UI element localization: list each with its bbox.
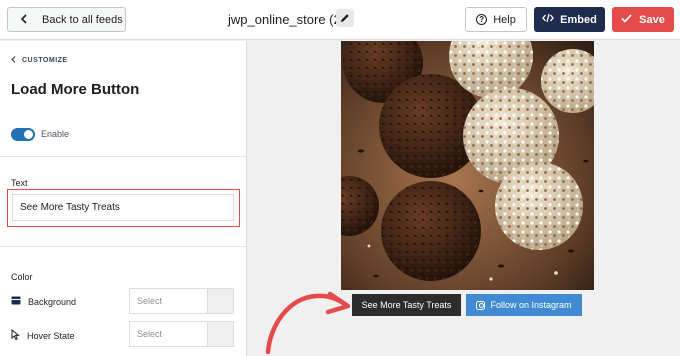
help-icon: ? <box>476 14 488 25</box>
code-icon <box>542 13 555 26</box>
background-color-row: Background <box>11 296 76 307</box>
embed-button[interactable]: Embed <box>534 7 605 32</box>
top-bar: Back to all feeds jwp_online_store (2) ?… <box>0 0 680 40</box>
save-button[interactable]: Save <box>612 7 674 32</box>
background-color-select[interactable]: Select <box>129 288 234 314</box>
feed-post-image <box>341 41 594 290</box>
toggle-knob <box>24 130 33 139</box>
divider <box>0 156 246 157</box>
back-to-feeds-button[interactable]: Back to all feeds <box>7 7 126 32</box>
hover-state-label: Hover State <box>27 330 75 341</box>
follow-button-label: Follow on Instagram <box>490 300 572 310</box>
help-button[interactable]: ? Help <box>465 7 527 32</box>
save-button-label: Save <box>639 13 665 26</box>
divider <box>0 246 246 247</box>
color-section-label: Color <box>11 272 33 282</box>
help-button-label: Help <box>493 13 516 26</box>
chevron-left-icon <box>20 13 30 26</box>
hover-select-value: Select <box>137 329 163 339</box>
enable-toggle[interactable] <box>11 128 35 141</box>
text-field-highlight <box>7 189 240 227</box>
follow-on-instagram-button[interactable]: Follow on Instagram <box>466 294 582 316</box>
embed-button-label: Embed <box>560 13 597 26</box>
back-button-label: Back to all feeds <box>42 13 123 26</box>
breadcrumb[interactable]: CUSTOMIZE <box>11 56 68 65</box>
hover-state-row: Hover State <box>11 328 75 342</box>
load-more-button[interactable]: See More Tasty Treats <box>352 294 461 316</box>
edit-name-pencil-icon[interactable] <box>336 9 354 27</box>
feed-name: jwp_online_store (2) <box>228 12 346 27</box>
background-label: Background <box>28 296 77 307</box>
chevron-left-icon <box>11 56 16 65</box>
enable-label: Enable <box>41 129 70 139</box>
button-text-input[interactable] <box>12 194 234 221</box>
background-select-value: Select <box>137 296 163 306</box>
panel-title: Load More Button <box>11 81 140 98</box>
hover-swatch[interactable] <box>207 322 233 346</box>
customizer-sidebar: CUSTOMIZE Load More Button Enable Text C… <box>0 41 247 356</box>
background-swatch[interactable] <box>207 289 233 313</box>
background-icon <box>11 296 21 307</box>
text-section-label: Text <box>11 178 28 188</box>
red-arrow-annotation <box>265 291 351 355</box>
hover-color-select[interactable]: Select <box>129 321 234 347</box>
instagram-icon <box>476 300 486 310</box>
cursor-icon <box>11 328 20 342</box>
breadcrumb-label: CUSTOMIZE <box>22 57 68 64</box>
checkmark-icon <box>621 13 632 26</box>
